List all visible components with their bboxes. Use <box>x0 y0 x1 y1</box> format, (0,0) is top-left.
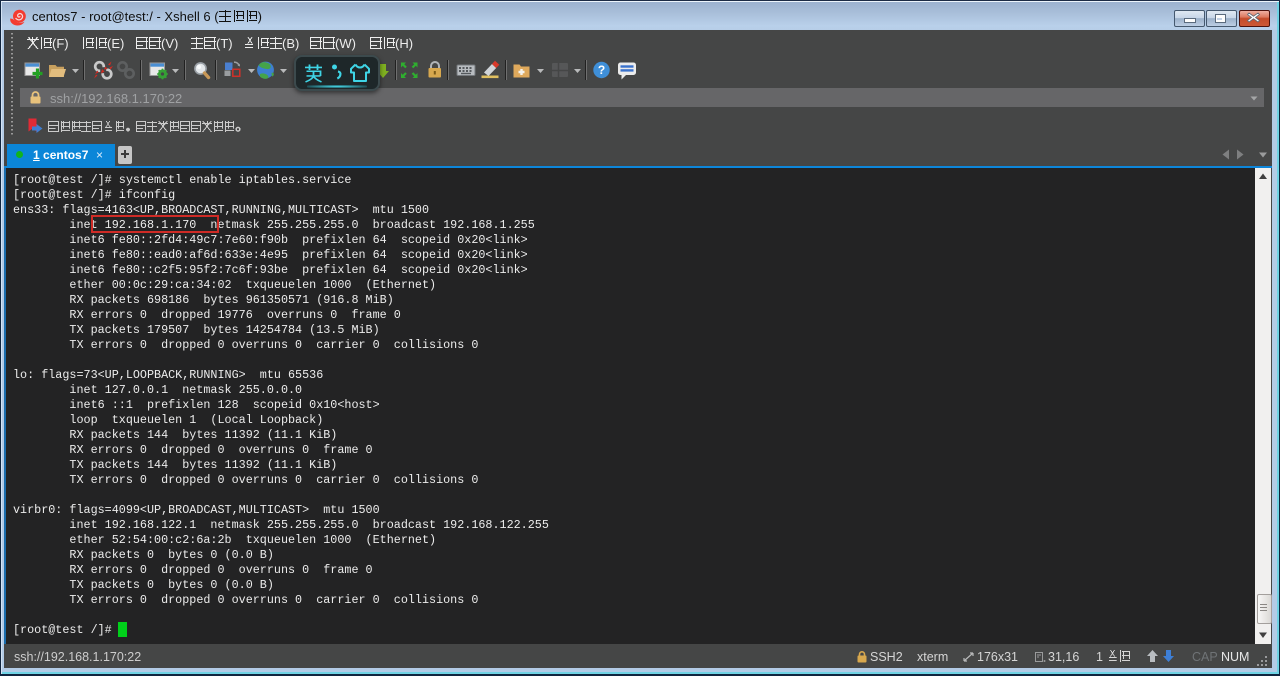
svg-text:?: ? <box>598 63 605 77</box>
